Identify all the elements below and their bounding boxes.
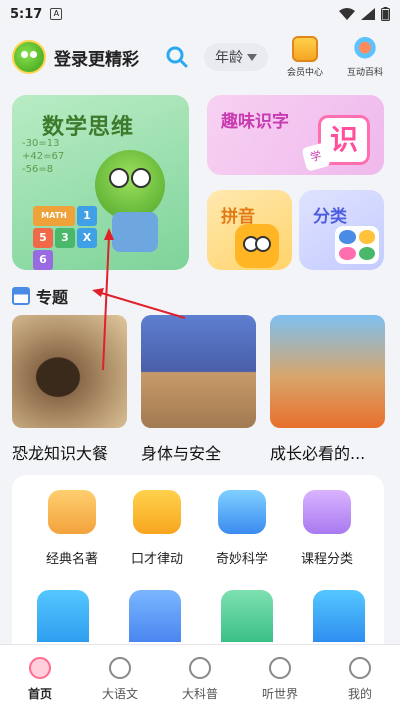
battery-icon xyxy=(381,7,390,21)
search-icon[interactable] xyxy=(164,44,190,70)
status-bar: 5:17 A xyxy=(0,0,400,28)
vip-center-button[interactable]: 会员中心 xyxy=(282,36,328,78)
calendar-icon xyxy=(12,287,30,305)
category-speech[interactable]: 口才律动 xyxy=(112,490,202,567)
topic-card-dinosaur[interactable]: 恐龙知识大餐 xyxy=(12,315,127,464)
category-label: 经典名著 xyxy=(45,552,98,567)
notification-icon: A xyxy=(50,8,63,20)
age-label: 年龄 xyxy=(215,50,243,66)
course-thumbnail[interactable] xyxy=(37,590,89,642)
shape-dot xyxy=(358,246,375,260)
vip-center-label: 会员中心 xyxy=(286,68,323,78)
pinyin-card[interactable]: 拼音 xyxy=(207,190,292,270)
number-block: 5 xyxy=(33,228,53,248)
user-avatar[interactable] xyxy=(12,40,46,74)
easel-icon xyxy=(303,490,351,534)
green-mascot-illustration xyxy=(95,150,165,220)
signal-icon xyxy=(361,8,375,20)
status-time: 5:17 xyxy=(10,6,43,22)
chinese-icon xyxy=(109,657,131,679)
number-blocks: MATH 1 5 3 X 6 xyxy=(32,205,112,271)
age-dropdown[interactable]: 年龄 xyxy=(204,43,268,71)
profile-icon xyxy=(349,657,371,679)
bottom-tab-bar: 首页 大语文 大科普 听世界 我的 xyxy=(0,644,400,710)
classify-card-title: 分类 xyxy=(313,207,347,227)
course-thumbnail[interactable] xyxy=(129,590,181,642)
board-line: +42=67 xyxy=(22,151,65,162)
number-block: 6 xyxy=(33,250,53,270)
shape-dot xyxy=(358,230,375,244)
book-icon xyxy=(48,490,96,534)
topic-image xyxy=(270,315,385,428)
tab-label: 听世界 xyxy=(261,687,298,701)
category-courses[interactable]: 课程分类 xyxy=(282,490,372,567)
shape-dot xyxy=(339,230,356,244)
topic-label: 恐龙知识大餐 xyxy=(12,444,109,463)
chevron-down-icon xyxy=(247,53,257,61)
login-prompt[interactable]: 登录更精彩 xyxy=(54,45,139,70)
tab-profile[interactable]: 我的 xyxy=(320,645,400,710)
speech-icon xyxy=(133,490,181,534)
tab-listen[interactable]: 听世界 xyxy=(240,645,320,710)
tab-science[interactable]: 大科普 xyxy=(160,645,240,710)
category-label: 奇妙科学 xyxy=(215,552,268,567)
topics-section-title: 专题 xyxy=(36,288,69,307)
tab-label: 大科普 xyxy=(181,687,218,701)
topic-image xyxy=(12,315,127,428)
board-line: -56=8 xyxy=(22,164,54,175)
category-label: 课程分类 xyxy=(300,552,353,567)
app-header: 登录更精彩 年龄 会员中心 互动百科 xyxy=(0,28,400,86)
flask-icon xyxy=(218,490,266,534)
home-icon xyxy=(29,657,51,679)
shape-dot xyxy=(339,246,356,260)
headphone-icon xyxy=(269,657,291,679)
interactive-wiki-label: 互动百科 xyxy=(346,68,383,78)
tab-home[interactable]: 首页 xyxy=(0,645,80,710)
board-line: -30=13 xyxy=(22,138,60,149)
category-classics[interactable]: 经典名著 xyxy=(27,490,117,567)
mascot-eye xyxy=(109,168,129,188)
topics-section-header: 专题 xyxy=(12,284,68,308)
topic-image xyxy=(141,315,256,428)
topic-card-growth[interactable]: 成长必看的... xyxy=(270,315,385,464)
category-science[interactable]: 奇妙科学 xyxy=(197,490,287,567)
category-label: 口才律动 xyxy=(130,552,183,567)
shapes-icon xyxy=(335,226,379,264)
number-block: 3 xyxy=(55,228,75,248)
tab-label: 首页 xyxy=(27,687,52,701)
classify-card[interactable]: 分类 xyxy=(299,190,384,270)
vip-crown-icon xyxy=(292,36,318,62)
word-card-title: 趣味识字 xyxy=(221,112,289,132)
fun-characters-card[interactable]: 趣味识字 识 学 xyxy=(207,95,384,175)
pinyin-mascot-icon xyxy=(235,224,279,268)
mascot-eye xyxy=(131,168,151,188)
number-block: X xyxy=(77,228,97,248)
tab-label: 大语文 xyxy=(101,687,138,701)
science-icon xyxy=(189,657,211,679)
course-thumbnail[interactable] xyxy=(221,590,273,642)
globe-icon xyxy=(352,36,378,62)
annotation-arrow-head xyxy=(92,288,104,297)
status-icons xyxy=(339,7,390,21)
topic-label: 成长必看的... xyxy=(270,444,366,463)
topic-label: 身体与安全 xyxy=(141,444,222,463)
interactive-wiki-button[interactable]: 互动百科 xyxy=(342,36,388,78)
number-block: 1 xyxy=(77,206,97,226)
course-thumbnail[interactable] xyxy=(313,590,365,642)
tab-label: 我的 xyxy=(347,687,372,701)
mascot-body xyxy=(112,212,158,252)
chalkboard-equations: -30=13 +42=67 -56=8 xyxy=(22,137,64,176)
tab-chinese[interactable]: 大语文 xyxy=(80,645,160,710)
topic-card-safety[interactable]: 身体与安全 xyxy=(141,315,256,464)
wifi-icon xyxy=(339,8,355,20)
math-block-top: MATH xyxy=(33,206,75,226)
